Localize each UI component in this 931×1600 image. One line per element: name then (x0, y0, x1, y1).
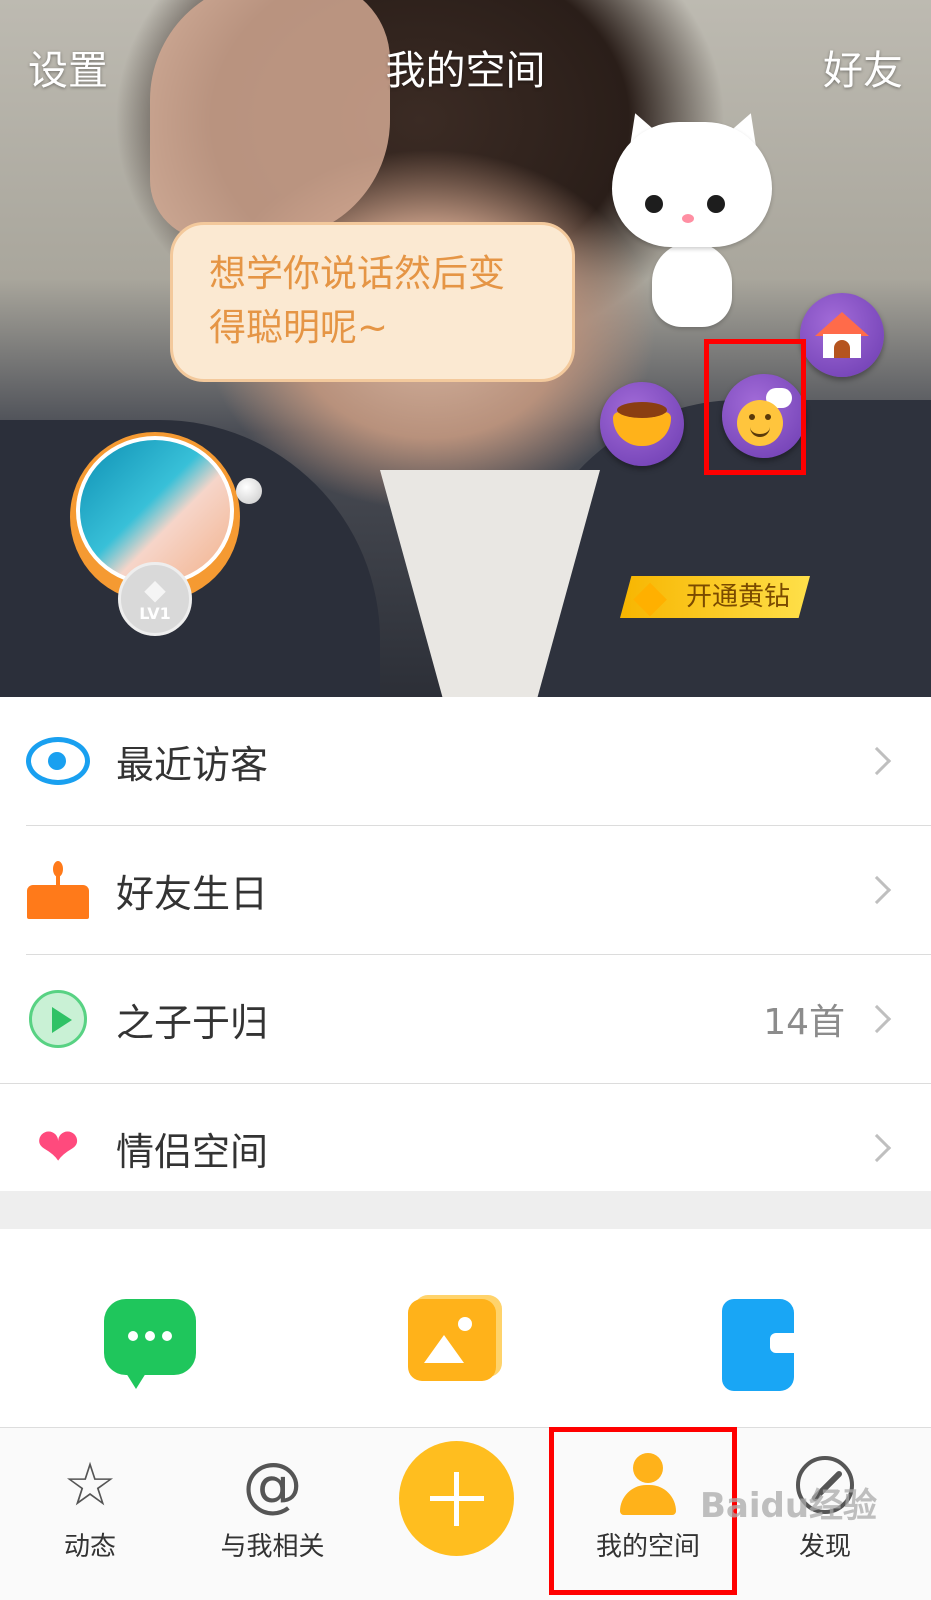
pet-cat[interactable] (612, 105, 782, 332)
birthday-cake-icon (26, 858, 90, 922)
photo-shape (408, 1299, 496, 1381)
tab-discover[interactable]: 发现 (780, 1428, 870, 1600)
house-roof (815, 312, 869, 336)
decorative-orb (236, 478, 262, 504)
compass-icon (790, 1450, 860, 1520)
at-glyph: @ (242, 1450, 303, 1520)
house-icon[interactable] (800, 293, 884, 377)
chevron-right-icon (862, 1133, 892, 1163)
star-glyph: ☆ (63, 1450, 117, 1520)
cake-shape (27, 861, 89, 919)
play-icon (26, 987, 90, 1051)
menu-item-label: 之子于归 (116, 1000, 269, 1045)
settings-button[interactable]: 设置 (28, 38, 108, 96)
cat-body (652, 242, 732, 327)
level-badge[interactable]: ◆ LV1 (118, 562, 192, 636)
tab-label: 与我相关 (220, 1532, 325, 1562)
plus-icon-vertical (454, 1471, 459, 1526)
chevron-right-icon (862, 1004, 892, 1034)
page-title-wrap: 我的空间 (0, 38, 931, 96)
menu-item-label: 好友生日 (116, 871, 269, 916)
level-badge-text: LV1 (139, 603, 171, 623)
annotation-highlight-tab (549, 1427, 737, 1595)
cat-eye-right (704, 192, 728, 216)
message-dots (128, 1331, 138, 1341)
message-icon[interactable] (104, 1299, 204, 1399)
menu-item-recent-visitors[interactable]: 最近访客 (0, 697, 931, 825)
cat-head (612, 122, 772, 247)
chevron-right-icon (862, 746, 892, 776)
cover-photo-hand (150, 0, 390, 240)
chevron-right-icon (862, 875, 892, 905)
eye-icon (26, 729, 90, 793)
food-bowl-icon[interactable] (600, 382, 684, 466)
compass-shape (796, 1456, 854, 1514)
yellow-diamond-icon: ◆ (633, 571, 667, 622)
menu-item-label: 情侣空间 (116, 1129, 269, 1174)
cake-base (27, 885, 89, 919)
menu-item-label: 最近访客 (116, 742, 269, 787)
play-shape (29, 990, 87, 1048)
cover-banner[interactable]: 设置 我的空间 好友 想学你说话然后变得聪明呢~ ◆ LV1 开通黄钻 ◆ (0, 0, 931, 697)
photo-mountain (424, 1335, 464, 1363)
wallet-icon[interactable] (722, 1299, 822, 1399)
page-title: 我的空间 (385, 48, 546, 94)
annotation-highlight-chat (704, 339, 806, 475)
app-root: 设置 我的空间 好友 想学你说话然后变得聪明呢~ ◆ LV1 开通黄钻 ◆ 最近… (0, 0, 931, 1600)
cat-eye-left (642, 192, 666, 216)
photo-sun (458, 1317, 472, 1331)
wallet-shape (722, 1299, 796, 1391)
shortcut-grid (0, 1229, 931, 1427)
menu-item-music[interactable]: 之子于归 14首 (0, 955, 931, 1083)
pet-speech-bubble: 想学你说话然后变得聪明呢~ (170, 222, 575, 382)
eye-shape (26, 737, 90, 785)
house-door (834, 340, 850, 358)
cat-nose (682, 214, 694, 223)
at-icon: @ (238, 1450, 308, 1520)
house-shape (815, 312, 869, 358)
tab-label: 动态 (63, 1532, 116, 1562)
bowl-shape (613, 402, 671, 446)
space-menu-list: 最近访客 好友生日 之子于归 14首 ❤ 情侣空间 (0, 697, 931, 1212)
hearts-glyph: ❤ (36, 1118, 80, 1178)
vip-label: 开通黄钻 (686, 582, 791, 612)
photo-album-icon[interactable] (408, 1299, 508, 1399)
tab-label: 发现 (798, 1532, 851, 1562)
message-shape (104, 1299, 196, 1389)
tab-related-to-me[interactable]: @ 与我相关 (205, 1428, 340, 1600)
add-button[interactable] (399, 1441, 514, 1556)
tab-feed[interactable]: ☆ 动态 (40, 1428, 140, 1600)
hearts-icon: ❤ (26, 1116, 90, 1180)
section-gap (0, 1191, 931, 1229)
diamond-icon: ◆ (144, 572, 166, 606)
star-icon: ☆ (55, 1450, 125, 1520)
menu-item-friend-birthdays[interactable]: 好友生日 (0, 826, 931, 954)
friends-button[interactable]: 好友 (823, 38, 903, 96)
song-count: 14首 (763, 1002, 845, 1043)
